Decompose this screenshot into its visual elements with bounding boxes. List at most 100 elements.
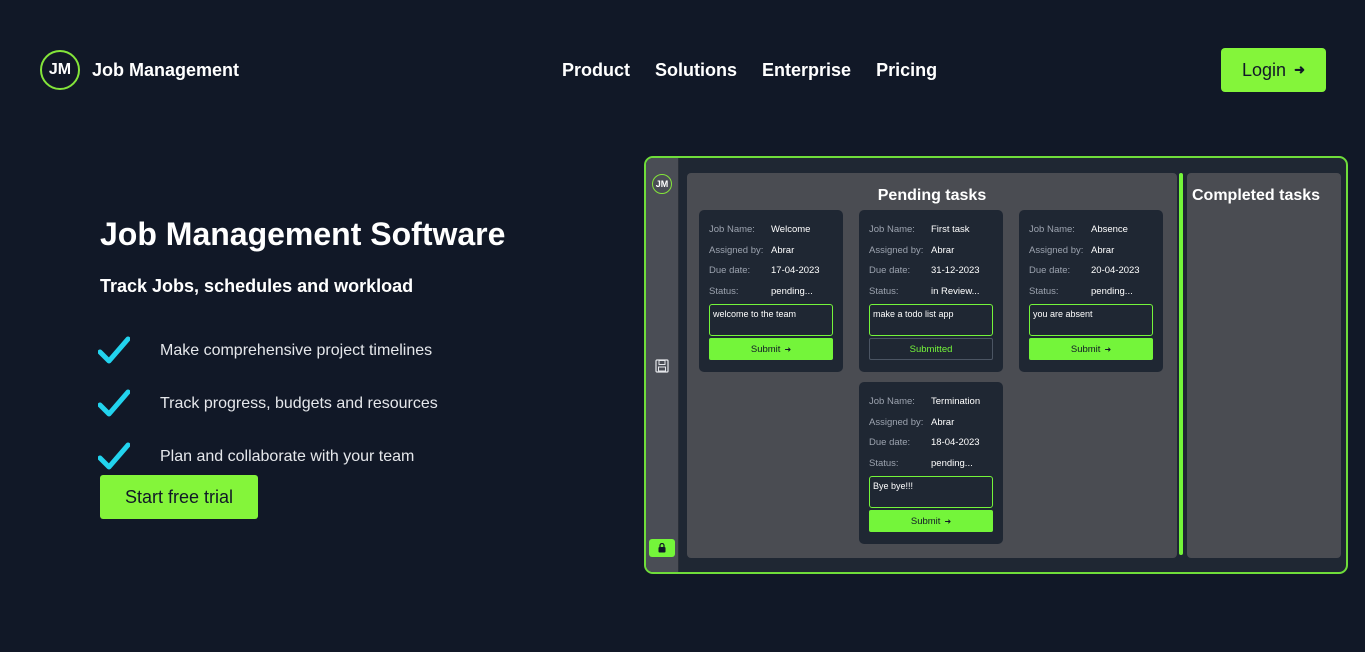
label: Due date: bbox=[869, 265, 911, 276]
app-preview: JM Pending tasks Job Name: Welcome Assign… bbox=[644, 156, 1348, 574]
nav-enterprise[interactable]: Enterprise bbox=[762, 60, 851, 81]
label: Due date: bbox=[869, 437, 911, 448]
login-label: Login bbox=[1242, 59, 1287, 80]
feature-item: Track progress, budgets and resources bbox=[98, 377, 438, 430]
card-status: Status: pending... bbox=[1029, 286, 1133, 297]
card-status: Status: pending... bbox=[869, 458, 973, 469]
card-job-name: Job Name: First task bbox=[869, 224, 970, 235]
submitted-label: Submitted bbox=[909, 343, 953, 355]
arrow-right-icon: ➜ bbox=[1294, 62, 1305, 77]
submit-button[interactable]: Submit ➜ bbox=[1029, 338, 1153, 360]
label: Due date: bbox=[1029, 265, 1071, 276]
task-card: Job Name: First task Assigned by: Abrar Du… bbox=[859, 210, 1003, 372]
checkmark-icon bbox=[98, 336, 130, 363]
card-note-field[interactable]: you are absent bbox=[1029, 304, 1153, 336]
label: Status: bbox=[869, 458, 899, 469]
label: Job Name: bbox=[869, 224, 915, 235]
task-card: Job Name: Absence Assigned by: Abrar Due d… bbox=[1019, 210, 1163, 372]
checkmark-icon bbox=[98, 389, 130, 416]
value: 20-04-2023 bbox=[1091, 265, 1140, 276]
label: Status: bbox=[709, 286, 739, 297]
panel-divider bbox=[1179, 173, 1183, 555]
feature-text: Plan and collaborate with your team bbox=[160, 447, 415, 465]
submit-button[interactable]: Submit ➜ bbox=[709, 338, 833, 360]
submit-button[interactable]: Submit ➜ bbox=[869, 510, 993, 532]
nav-solutions[interactable]: Solutions bbox=[655, 60, 737, 81]
card-due-date: Due date: 17-04-2023 bbox=[709, 265, 820, 276]
value: Abrar bbox=[931, 245, 955, 256]
arrow-right-icon: ➜ bbox=[944, 516, 952, 526]
label: Job Name: bbox=[709, 224, 755, 235]
card-note-field[interactable]: Bye bye!!! bbox=[869, 476, 993, 508]
value: pending... bbox=[931, 458, 973, 469]
logo-badge: JM bbox=[40, 50, 80, 90]
hero-subtitle: Track Jobs, schedules and workload bbox=[100, 276, 414, 296]
feature-item: Make comprehensive project timelines bbox=[98, 324, 438, 377]
value: 31-12-2023 bbox=[931, 265, 980, 276]
brand-name: Job Management bbox=[92, 59, 240, 80]
value: 17-04-2023 bbox=[771, 265, 820, 276]
card-assigned-by: Assigned by: Abrar bbox=[709, 245, 794, 256]
submit-label: Submit bbox=[910, 515, 941, 527]
card-job-name: Job Name: Termination bbox=[869, 396, 980, 407]
value: First task bbox=[931, 224, 970, 235]
value: Termination bbox=[931, 396, 981, 407]
card-due-date: Due date: 31-12-2023 bbox=[869, 265, 980, 276]
brand-logo[interactable]: JM Job Management bbox=[40, 50, 239, 90]
main-nav: Product Solutions Enterprise Pricing bbox=[562, 60, 937, 81]
card-note-field[interactable]: make a todo list app bbox=[869, 304, 993, 336]
card-status: Status: in Review... bbox=[869, 286, 980, 297]
submitted-button[interactable]: Submitted bbox=[869, 338, 993, 360]
start-free-trial-button[interactable]: Start free trial bbox=[100, 475, 258, 519]
value: Abrar bbox=[1091, 245, 1115, 256]
nav-pricing[interactable]: Pricing bbox=[876, 60, 937, 81]
card-due-date: Due date: 18-04-2023 bbox=[869, 437, 980, 448]
card-assigned-by: Assigned by: Abrar bbox=[869, 417, 954, 428]
task-card: Job Name: Welcome Assigned by: Abrar Due d… bbox=[699, 210, 843, 372]
label: Assigned by: bbox=[869, 417, 924, 428]
submit-label: Submit bbox=[1070, 343, 1101, 355]
task-card: Job Name: Termination Assigned by: Abrar D… bbox=[859, 382, 1003, 544]
label: Assigned by: bbox=[709, 245, 764, 256]
save-icon bbox=[655, 359, 669, 373]
feature-text: Make comprehensive project timelines bbox=[160, 341, 433, 359]
completed-tasks-panel: Completed tasks bbox=[1187, 173, 1341, 558]
preview-sidebar: JM bbox=[646, 158, 679, 572]
arrow-right-icon: ➜ bbox=[784, 344, 792, 354]
card-assigned-by: Assigned by: Abrar bbox=[1029, 245, 1114, 256]
label: Status: bbox=[869, 286, 899, 297]
value: Abrar bbox=[931, 417, 955, 428]
value: 18-04-2023 bbox=[931, 437, 980, 448]
checkmark-icon bbox=[98, 442, 130, 469]
value: Absence bbox=[1091, 224, 1128, 235]
label: Job Name: bbox=[1029, 224, 1075, 235]
hero-title: Job Management Software bbox=[100, 216, 506, 252]
value: Abrar bbox=[771, 245, 795, 256]
arrow-right-icon: ➜ bbox=[1104, 344, 1112, 354]
card-due-date: Due date: 20-04-2023 bbox=[1029, 265, 1140, 276]
value: Welcome bbox=[771, 224, 811, 235]
label: Due date: bbox=[709, 265, 751, 276]
pending-tasks-panel: Pending tasks Job Name: Welcome Assigned … bbox=[687, 173, 1177, 558]
submit-label: Submit bbox=[750, 343, 781, 355]
card-status: Status: pending... bbox=[709, 286, 813, 297]
login-button[interactable]: Login ➜ bbox=[1221, 48, 1326, 92]
value: pending... bbox=[1091, 286, 1133, 297]
value: in Review... bbox=[931, 286, 980, 297]
preview-logo: JM bbox=[652, 174, 672, 194]
feature-list: Make comprehensive project timelines Tra… bbox=[98, 324, 438, 483]
nav-product[interactable]: Product bbox=[562, 60, 630, 81]
label: Status: bbox=[1029, 286, 1059, 297]
pending-tasks-title: Pending tasks bbox=[877, 187, 987, 204]
card-job-name: Job Name: Absence bbox=[1029, 224, 1128, 235]
lock-icon bbox=[658, 543, 666, 553]
card-assigned-by: Assigned by: Abrar bbox=[869, 245, 954, 256]
card-note-field[interactable]: welcome to the team bbox=[709, 304, 833, 336]
label: Assigned by: bbox=[869, 245, 924, 256]
lock-button[interactable] bbox=[649, 539, 675, 557]
feature-text: Track progress, budgets and resources bbox=[160, 394, 438, 412]
card-job-name: Job Name: Welcome bbox=[709, 224, 810, 235]
value: pending... bbox=[771, 286, 813, 297]
label: Job Name: bbox=[869, 396, 915, 407]
completed-tasks-title: Completed tasks bbox=[1192, 187, 1321, 204]
